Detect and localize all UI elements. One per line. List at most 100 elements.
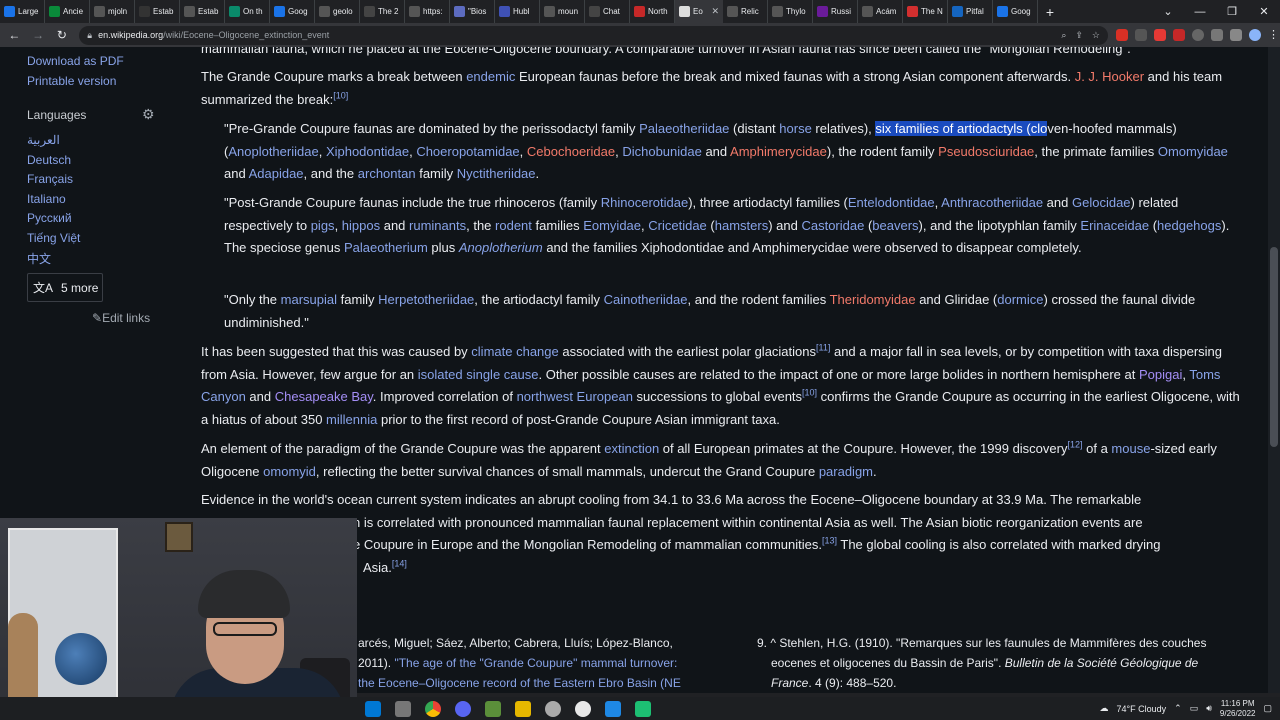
- link-anthracotheriidae[interactable]: Anthracotheriidae: [941, 195, 1043, 210]
- link-rhinocerotidae[interactable]: Rhinocerotidae: [601, 195, 688, 210]
- link-popigai[interactable]: Popigai: [1139, 367, 1182, 382]
- extension-red-icon[interactable]: [1115, 29, 1128, 41]
- language-link-french[interactable]: Français: [27, 172, 73, 186]
- ref-10[interactable]: [10]: [333, 90, 348, 100]
- link-hedgehogs[interactable]: hedgehogs: [1157, 218, 1221, 233]
- printable-version-link[interactable]: Printable version: [27, 74, 116, 88]
- link-omomyidae[interactable]: Omomyidae: [1158, 144, 1228, 159]
- link-omomyid[interactable]: omomyid: [263, 464, 316, 479]
- back-arrow-icon[interactable]: ←: [5, 25, 24, 45]
- link-cebochoeridae[interactable]: Cebochoeridae: [527, 144, 615, 159]
- link-hippos[interactable]: hippos: [342, 218, 380, 233]
- selected-text[interactable]: six families of artiodactyls (clo: [875, 121, 1048, 136]
- link-cricetidae[interactable]: Cricetidae: [648, 218, 707, 233]
- link-gelocidae[interactable]: Gelocidae: [1072, 195, 1131, 210]
- sidebar-panel-icon[interactable]: [1229, 29, 1242, 41]
- browser-tab[interactable]: On th: [225, 0, 270, 23]
- link-cainotheriidae[interactable]: Cainotheriidae: [604, 292, 688, 307]
- extension-record-icon[interactable]: [1153, 29, 1166, 41]
- link-adapidae[interactable]: Adapidae: [249, 166, 304, 181]
- link-age-of-grande-coupure[interactable]: "The age of the "Grande Coupure" mammal …: [394, 656, 677, 670]
- browser-tab[interactable]: The 2: [360, 0, 405, 23]
- browser-tab[interactable]: Eo ✕: [675, 0, 723, 23]
- more-languages-button[interactable]: 文A 5 more: [27, 273, 103, 302]
- browser-tab[interactable]: North: [630, 0, 675, 23]
- link-amphimerycidae[interactable]: Amphimerycidae: [730, 144, 827, 159]
- link-hooker[interactable]: J. J. Hooker: [1075, 69, 1144, 84]
- link-rodent[interactable]: rodent: [495, 218, 532, 233]
- address-bar[interactable]: 🔒︎ en.wikipedia.org/wiki/Eocene–Oligocen…: [79, 25, 1108, 45]
- browser-tab[interactable]: The N: [903, 0, 948, 23]
- link-hamsters[interactable]: hamsters: [715, 218, 768, 233]
- link-nyctitheriidae[interactable]: Nyctitheriidae: [457, 166, 536, 181]
- minecraft-icon[interactable]: [485, 700, 501, 717]
- profile-avatar-icon[interactable]: [1248, 29, 1261, 41]
- browser-tab[interactable]: Ancie: [45, 0, 90, 23]
- link-anoplotheriidae[interactable]: Anoplotheriidae: [228, 144, 318, 159]
- tab-search-icon[interactable]: ⌄: [1152, 5, 1184, 18]
- lock-icon[interactable]: 🔒︎: [87, 30, 92, 41]
- link-dichobunidae[interactable]: Dichobunidae: [622, 144, 702, 159]
- forward-arrow-icon[interactable]: →: [29, 25, 48, 45]
- ref-13[interactable]: [13]: [822, 536, 837, 546]
- link-castoridae[interactable]: Castoridae: [801, 218, 864, 233]
- link-theridomyidae[interactable]: Theridomyidae: [830, 292, 916, 307]
- link-horse[interactable]: horse: [779, 121, 812, 136]
- ref-12[interactable]: [12]: [1067, 440, 1082, 450]
- network-icon[interactable]: ▭: [1190, 703, 1199, 714]
- bookmark-star-icon[interactable]: ☆: [1092, 30, 1100, 41]
- link-marsupial[interactable]: marsupial: [281, 292, 337, 307]
- browser-tab[interactable]: Goog: [270, 0, 315, 23]
- link-millennia[interactable]: millennia: [326, 412, 377, 427]
- link-archontan[interactable]: archontan: [358, 166, 416, 181]
- link-eomyidae[interactable]: Eomyidae: [583, 218, 641, 233]
- chevron-up-icon[interactable]: ⌃: [1174, 703, 1182, 714]
- language-link-russian[interactable]: Русский: [27, 211, 72, 225]
- extensions-puzzle-icon[interactable]: [1210, 29, 1223, 41]
- link-isolated-single-cause[interactable]: isolated single cause: [418, 367, 539, 382]
- browser-tab[interactable]: Relic: [723, 0, 768, 23]
- scrollbar-thumb[interactable]: [1270, 247, 1278, 447]
- link-extinction[interactable]: extinction: [604, 441, 659, 456]
- reload-icon[interactable]: ↻: [53, 25, 72, 45]
- link-ruminants[interactable]: ruminants: [409, 218, 466, 233]
- notifications-icon[interactable]: ▢: [1263, 703, 1272, 714]
- discord-icon[interactable]: [455, 700, 471, 717]
- link-dormice[interactable]: dormice: [997, 292, 1043, 307]
- link-climate-change[interactable]: climate change: [471, 344, 558, 359]
- link-erinaceidae[interactable]: Erinaceidae: [1080, 218, 1149, 233]
- ref-11[interactable]: [11]: [816, 343, 830, 353]
- volume-icon[interactable]: 🔊︎: [1206, 703, 1212, 714]
- browser-tab[interactable]: mjoln: [90, 0, 135, 23]
- language-link-chinese[interactable]: 中文: [27, 250, 51, 267]
- link-chesapeake-bay[interactable]: Chesapeake Bay: [275, 389, 373, 404]
- browser-tab[interactable]: moun: [540, 0, 585, 23]
- minimize-icon[interactable]: —: [1184, 6, 1216, 18]
- ref-10b[interactable]: [10]: [802, 388, 817, 398]
- link-mouse[interactable]: mouse: [1111, 441, 1150, 456]
- link-pigs[interactable]: pigs: [311, 218, 335, 233]
- settings-app-icon[interactable]: [545, 700, 561, 717]
- terminal-icon[interactable]: [635, 700, 651, 717]
- gear-icon[interactable]: ⚙: [142, 106, 155, 123]
- maximize-icon[interactable]: ❐: [1216, 5, 1248, 18]
- browser-tab[interactable]: "Bios: [450, 0, 495, 23]
- link-herpetotheriidae[interactable]: Herpetotheriidae: [378, 292, 474, 307]
- link-paradigm[interactable]: paradigm: [819, 464, 873, 479]
- link-choeropotamidae[interactable]: Choeropotamidae: [416, 144, 519, 159]
- extension-t-icon[interactable]: [1172, 29, 1185, 41]
- share-icon[interactable]: ⇪: [1075, 30, 1083, 41]
- download-pdf-link[interactable]: Download as PDF: [27, 54, 124, 68]
- link-eocene-oligocene-record[interactable]: the Eocene–Oligocene record of the Easte…: [358, 676, 681, 690]
- zoom-icon[interactable]: ⌕: [1061, 30, 1066, 41]
- notes-icon[interactable]: [515, 700, 531, 717]
- link-northwest-european[interactable]: northwest European: [517, 389, 633, 404]
- browser-tab[interactable]: Russi: [813, 0, 858, 23]
- link-palaeotheriidae[interactable]: Palaeotheriidae: [639, 121, 729, 136]
- link-entelodontidae[interactable]: Entelodontidae: [848, 195, 935, 210]
- browser-tab[interactable]: Pitfal: [948, 0, 993, 23]
- ref-9-number[interactable]: 9. ^: [757, 636, 776, 650]
- browser-tab[interactable]: Large: [0, 0, 45, 23]
- link-palaeotherium[interactable]: Palaeotherium: [344, 240, 428, 255]
- edit-links[interactable]: ✎Edit links: [92, 311, 150, 325]
